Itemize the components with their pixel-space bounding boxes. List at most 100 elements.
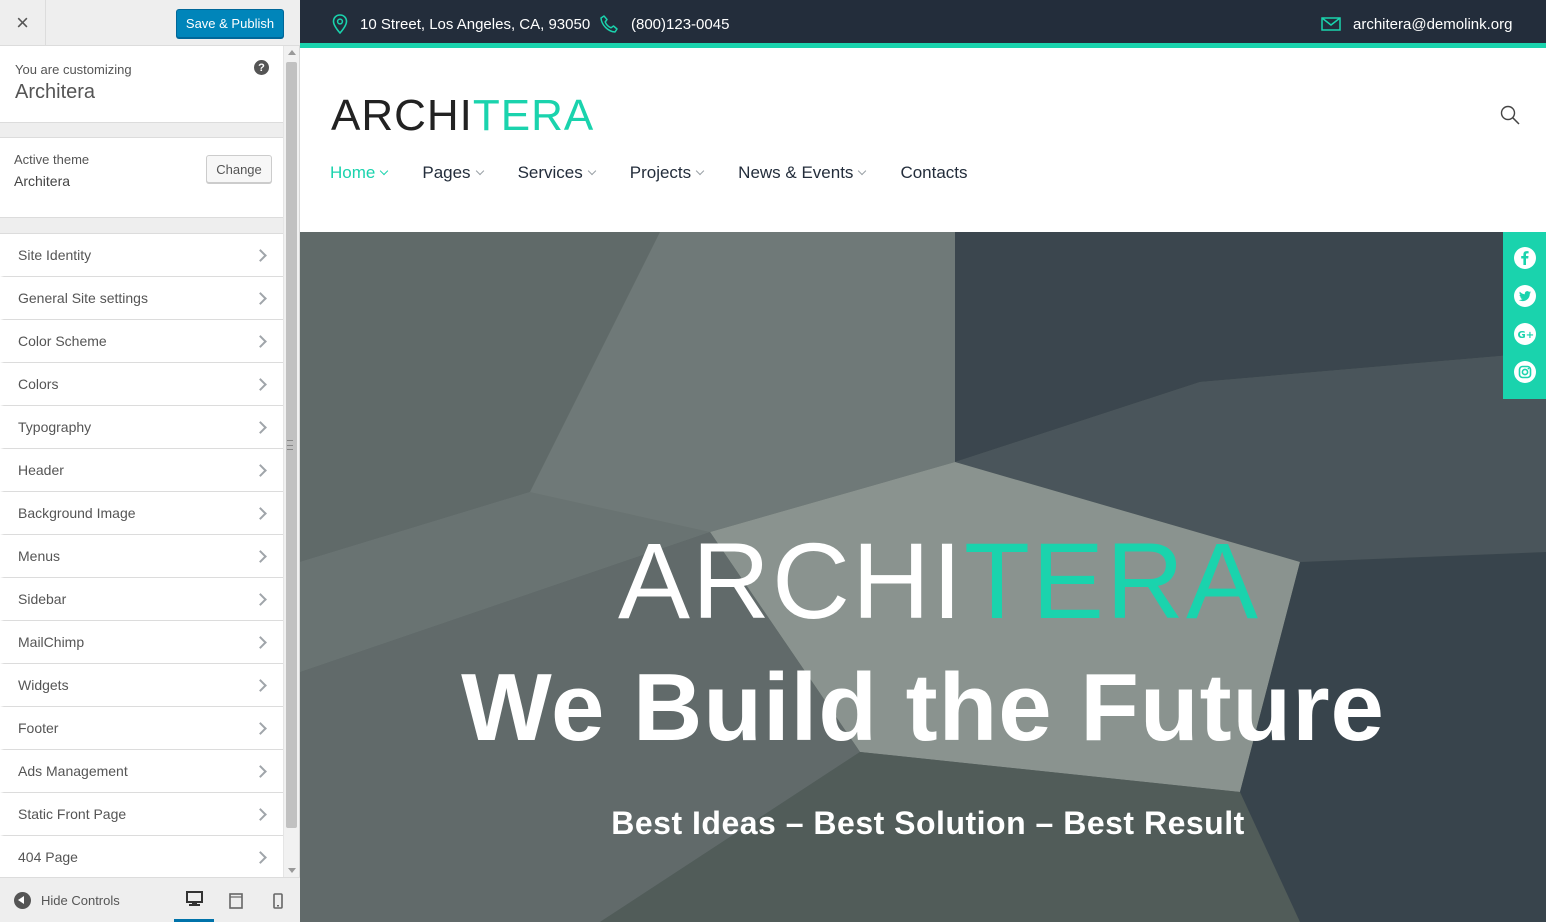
twitter-icon	[1513, 285, 1536, 307]
panel-colors[interactable]: Colors	[0, 363, 283, 406]
chevron-right-icon	[254, 377, 267, 391]
sidebar-resize-handle[interactable]	[287, 440, 293, 450]
scroll-up-arrow-icon[interactable]	[288, 50, 296, 55]
hero-logo-part1: ARCHI	[618, 520, 965, 641]
map-pin-icon	[332, 14, 348, 34]
email-item[interactable]: architera@demolink.org	[1321, 0, 1512, 48]
chevron-right-icon	[254, 463, 267, 477]
nav-item-home[interactable]: Home	[330, 163, 389, 183]
panel-404-page[interactable]: 404 Page	[0, 836, 283, 877]
customizer-footer: Hide Controls	[0, 877, 300, 922]
customizing-label: You are customizing	[15, 62, 132, 77]
preview-tablet-button[interactable]	[216, 878, 256, 922]
chevron-right-icon	[254, 764, 267, 778]
google-plus-link[interactable]: G+	[1513, 322, 1537, 346]
panel-general-site-settings[interactable]: General Site settings	[0, 277, 283, 320]
chevron-right-icon	[254, 506, 267, 520]
customizer-sidebar: × Save & Publish You are customizing Arc…	[0, 0, 300, 922]
panel-label: Background Image	[18, 505, 136, 521]
hero-logo-part2: TERA	[964, 520, 1261, 641]
nav-item-news-events[interactable]: News & Events	[738, 163, 867, 183]
phone-item[interactable]: (800)123-0045	[599, 0, 729, 48]
instagram-link[interactable]	[1513, 360, 1537, 384]
phone-text: (800)123-0045	[631, 15, 730, 33]
panel-menus[interactable]: Menus	[0, 535, 283, 578]
chevron-right-icon	[254, 807, 267, 821]
panel-static-front-page[interactable]: Static Front Page	[0, 793, 283, 836]
panel-label: Sidebar	[18, 591, 67, 607]
chevron-down-icon	[475, 166, 484, 176]
panel-ads-management[interactable]: Ads Management	[0, 750, 283, 793]
panel-label: MailChimp	[18, 634, 85, 650]
nav-item-contacts[interactable]: Contacts	[900, 163, 967, 183]
panel-label: Widgets	[18, 677, 69, 693]
close-icon: ×	[16, 10, 29, 35]
close-customizer-button[interactable]: ×	[0, 0, 46, 46]
address-text: 10 Street, Los Angeles, CA, 93050	[360, 15, 591, 33]
panel-footer[interactable]: Footer	[0, 707, 283, 750]
hero-title: We Build the Future	[461, 654, 1385, 761]
panel-label: Site Identity	[18, 247, 92, 263]
panel-label: Footer	[18, 720, 59, 736]
scroll-down-arrow-icon[interactable]	[288, 868, 296, 873]
hide-controls-label: Hide Controls	[41, 893, 120, 908]
panel-label: Color Scheme	[18, 333, 107, 349]
site-header: ARCHITERA Home Pages Services Projects N…	[300, 53, 1546, 232]
preview-desktop-button[interactable]	[174, 878, 214, 922]
collapse-arrow-icon	[14, 892, 31, 909]
panel-mailchimp[interactable]: MailChimp	[0, 621, 283, 664]
panel-label: Header	[18, 462, 64, 478]
panel-typography[interactable]: Typography	[0, 406, 283, 449]
site-preview: 10 Street, Los Angeles, CA, 93050 (800)1…	[300, 0, 1546, 922]
nav-item-projects[interactable]: Projects	[630, 163, 705, 183]
customizer-panel-list: Site Identity General Site settings Colo…	[0, 233, 283, 877]
chevron-down-icon	[587, 166, 596, 176]
chevron-right-icon	[254, 334, 267, 348]
nav-label: Contacts	[900, 163, 968, 182]
desktop-icon	[185, 890, 203, 906]
social-links-bar: G+	[1503, 232, 1546, 399]
svg-text:G+: G+	[1517, 330, 1534, 341]
hero-section: ARCHITERA We Build the Future Best Ideas…	[300, 232, 1546, 922]
main-nav: Home Pages Services Projects News & Even…	[330, 163, 1003, 183]
preview-mobile-button[interactable]	[258, 878, 298, 922]
chevron-right-icon	[254, 635, 267, 649]
logo-text-part1: ARCHI	[331, 91, 473, 140]
change-theme-button[interactable]: Change	[206, 155, 272, 183]
chevron-right-icon	[254, 592, 267, 606]
customizing-info: You are customizing Architera ?	[0, 46, 283, 123]
panel-label: Colors	[18, 376, 59, 392]
tablet-icon	[229, 892, 243, 909]
site-search-button[interactable]	[1500, 105, 1520, 130]
save-publish-button[interactable]: Save & Publish	[176, 9, 284, 38]
panel-label: General Site settings	[18, 290, 148, 306]
chevron-right-icon	[254, 678, 267, 692]
chevron-down-icon	[380, 166, 389, 176]
nav-label: Services	[517, 163, 583, 182]
panel-header[interactable]: Header	[0, 449, 283, 492]
panel-color-scheme[interactable]: Color Scheme	[0, 320, 283, 363]
facebook-link[interactable]	[1513, 246, 1537, 270]
nav-label: News & Events	[738, 163, 854, 182]
panel-background-image[interactable]: Background Image	[0, 492, 283, 535]
nav-item-services[interactable]: Services	[517, 163, 596, 183]
panel-sidebar[interactable]: Sidebar	[0, 578, 283, 621]
phone-icon	[600, 15, 618, 33]
chevron-right-icon	[254, 248, 267, 262]
nav-label: Home	[330, 163, 376, 182]
panel-label: Menus	[18, 548, 61, 564]
nav-item-pages[interactable]: Pages	[422, 163, 484, 183]
hero-logo: ARCHITERA	[618, 527, 1258, 635]
chevron-right-icon	[254, 420, 267, 434]
twitter-link[interactable]	[1513, 284, 1537, 308]
address-item: 10 Street, Los Angeles, CA, 93050	[332, 0, 590, 48]
hide-controls-button[interactable]: Hide Controls	[14, 878, 120, 922]
chevron-right-icon	[254, 721, 267, 735]
nav-label: Pages	[422, 163, 471, 182]
help-icon[interactable]: ?	[254, 60, 269, 75]
chevron-down-icon	[695, 166, 705, 176]
sidebar-scrollbar[interactable]	[283, 46, 299, 877]
site-logo[interactable]: ARCHITERA	[331, 91, 594, 141]
panel-widgets[interactable]: Widgets	[0, 664, 283, 707]
panel-site-identity[interactable]: Site Identity	[0, 234, 283, 277]
